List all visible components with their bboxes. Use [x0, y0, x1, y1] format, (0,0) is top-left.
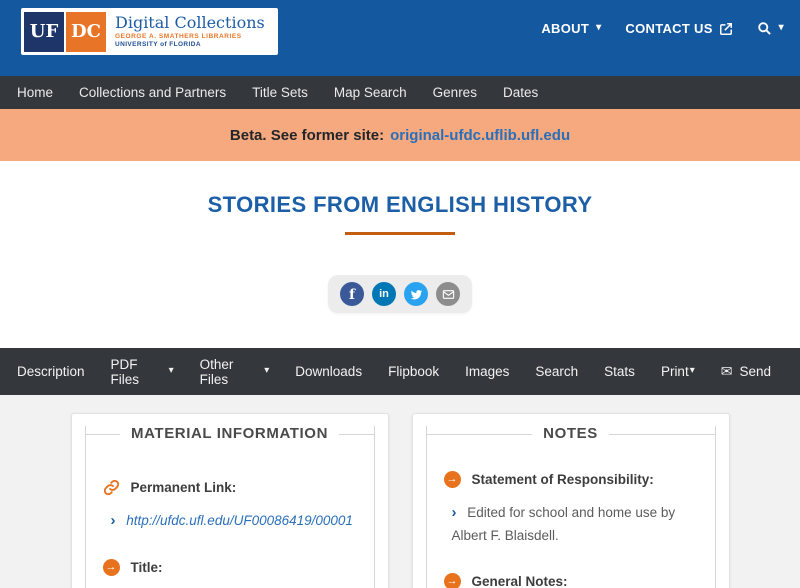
notes-title: NOTES [543, 425, 598, 442]
title-label: Title: [130, 560, 163, 575]
toolbar-downloads[interactable]: Downloads [282, 364, 375, 379]
linkedin-share-icon[interactable] [372, 282, 396, 306]
arrow-circle-icon [443, 572, 461, 588]
title-label-row: Title: [102, 559, 357, 576]
twitter-share-icon[interactable] [404, 282, 428, 306]
contact-us-link[interactable]: CONTACT US [625, 21, 732, 36]
logo-subtitle: GEORGE A. SMATHERS LIBRARIES [115, 32, 242, 40]
former-site-link[interactable]: original-ufdc.uflib.ufl.edu [390, 127, 570, 144]
about-menu[interactable]: ABOUT [541, 21, 601, 36]
material-information-panel: MATERIAL INFORMATION Permanent Link: htt… [70, 413, 389, 588]
nav-item-dates[interactable]: Dates [490, 85, 551, 100]
email-share-icon[interactable] [436, 282, 460, 306]
notes-panel: NOTES Statement of Responsibility: Edite… [411, 413, 730, 588]
beta-banner-text: Beta. See former site: [229, 126, 385, 144]
toolbar-print-dropdown[interactable]: Print [648, 364, 708, 379]
permanent-link-url[interactable]: http://ufdc.ufl.edu/UF00086419/00001 [126, 513, 353, 528]
site-header: UF DC Digital Collections GEORGE A. SMAT… [0, 0, 800, 76]
statement-value: Edited for school and home use by Albert… [451, 505, 676, 543]
uf-logo-square: UF [24, 11, 64, 52]
permanent-link-label-row: Permanent Link: [103, 479, 357, 496]
notes-fieldset: NOTES Statement of Responsibility: Edite… [425, 425, 716, 588]
nav-item-collections-and-partners[interactable]: Collections and Partners [66, 85, 239, 100]
material-information-title: MATERIAL INFORMATION [131, 425, 328, 442]
logo-text: Digital Collections GEORGE A. SMATHERS L… [106, 12, 275, 49]
chain-link-icon [103, 479, 120, 496]
page-title: STORIES FROM ENGLISH HISTORY [207, 192, 593, 217]
nav-item-home[interactable]: Home [4, 85, 66, 100]
metadata-section: MATERIAL INFORMATION Permanent Link: htt… [0, 395, 800, 588]
permanent-link-label: Permanent Link: [130, 480, 237, 495]
toolbar-pdf-files-dropdown[interactable]: PDF Files [98, 357, 187, 387]
search-icon [757, 21, 772, 36]
social-share-bar [328, 275, 472, 313]
logo-tagline: UNIVERSITY of FLORIDA [115, 41, 201, 48]
contact-us-label: CONTACT US [625, 21, 713, 36]
general-notes-label-row: General Notes: [443, 572, 698, 588]
ufdc-logo[interactable]: UF DC Digital Collections GEORGE A. SMAT… [21, 8, 278, 55]
item-hero: STORIES FROM ENGLISH HISTORY [0, 161, 800, 348]
facebook-share-icon[interactable] [340, 282, 364, 306]
toolbar-images[interactable]: Images [452, 364, 522, 379]
external-link-icon [719, 22, 733, 36]
arrow-circle-icon [102, 559, 120, 576]
arrow-circle-icon [443, 471, 461, 488]
toolbar-send-button[interactable]: Send [708, 363, 784, 380]
material-information-header: MATERIAL INFORMATION [86, 425, 374, 443]
permanent-link-value-row: http://ufdc.ufl.edu/UF00086419/00001 [111, 509, 357, 533]
toolbar-description[interactable]: Description [4, 364, 98, 379]
notes-header: NOTES [427, 425, 715, 443]
dc-logo-square: DC [66, 11, 106, 52]
about-menu-label: ABOUT [541, 21, 590, 36]
search-menu[interactable] [757, 21, 784, 36]
general-notes-label: General Notes: [471, 573, 568, 588]
title-underline [345, 232, 455, 235]
statement-value-row: Edited for school and home use by Albert… [452, 501, 698, 547]
toolbar-other-files-dropdown[interactable]: Other Files [187, 357, 283, 387]
header-menu: ABOUT CONTACT US [541, 21, 784, 36]
statement-label: Statement of Responsibility: [471, 472, 654, 487]
toolbar-search[interactable]: Search [522, 364, 591, 379]
toolbar-stats[interactable]: Stats [591, 364, 648, 379]
main-nav: Home Collections and Partners Title Sets… [0, 76, 800, 109]
toolbar-flipbook[interactable]: Flipbook [375, 364, 452, 379]
statement-label-row: Statement of Responsibility: [443, 471, 698, 488]
nav-item-genres[interactable]: Genres [420, 85, 490, 100]
logo-title: Digital Collections [115, 12, 265, 32]
nav-item-map-search[interactable]: Map Search [321, 85, 420, 100]
material-information-fieldset: MATERIAL INFORMATION Permanent Link: htt… [84, 425, 375, 588]
beta-banner: Beta. See former site: original-ufdc.ufl… [0, 109, 800, 161]
nav-item-title-sets[interactable]: Title Sets [239, 85, 321, 100]
item-toolbar: Description PDF Files Other Files Downlo… [0, 348, 800, 395]
